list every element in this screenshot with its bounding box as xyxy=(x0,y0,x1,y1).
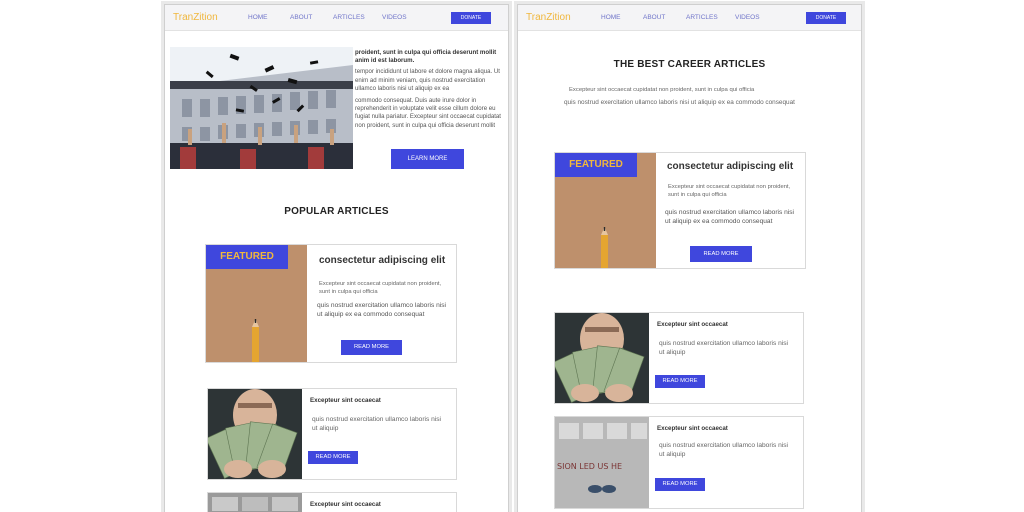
article-card-2[interactable]: SION LED US HE Excepteur sint occaecat q… xyxy=(554,416,804,509)
featured-small-text: Excepteur sint occaecat cupidatat non pr… xyxy=(319,281,442,295)
featured-tag: FEATURED xyxy=(555,153,637,177)
card-1-heading[interactable]: Excepteur sint occaecat xyxy=(657,321,728,328)
card-2-read-more-button[interactable]: READ MORE xyxy=(655,478,705,491)
career-articles-title: THE BEST CAREER ARTICLES xyxy=(613,59,766,70)
nav-articles-link[interactable]: ARTICLES xyxy=(686,14,718,21)
led-sign-text: SION LED US HE xyxy=(557,462,622,471)
graduation-image xyxy=(170,47,353,169)
card-2-text: quis nostrud exercitation ullamco labori… xyxy=(659,442,789,458)
card-2-image xyxy=(208,493,302,512)
featured-small-text: Excepteur sint occaecat cupidatat non pr… xyxy=(668,184,791,198)
featured-text: quis nostrud exercitation ullamco labori… xyxy=(317,302,447,318)
brand-logo[interactable]: TranZition xyxy=(526,12,571,23)
learn-more-button[interactable]: LEARN MORE xyxy=(391,149,464,169)
featured-read-more-button[interactable]: READ MORE xyxy=(690,246,752,262)
nav-home-link[interactable]: HOME xyxy=(601,14,621,21)
featured-heading[interactable]: consectetur adipiscing elit xyxy=(319,255,445,266)
article-card-1[interactable]: Excepteur sint occaecat quis nostrud exe… xyxy=(554,312,804,404)
card-1-text: quis nostrud exercitation ullamco labori… xyxy=(312,416,442,432)
featured-article-card[interactable]: FEATURED consectetur adipiscing elit Exc… xyxy=(205,244,457,363)
career-intro-small: Excepteur sint occaecat cupidatat non pr… xyxy=(569,87,755,93)
nav-home-link[interactable]: HOME xyxy=(248,14,268,21)
featured-tag: FEATURED xyxy=(206,245,288,269)
nav-about-link[interactable]: ABOUT xyxy=(290,14,312,21)
mockup-stage: TranZition HOME ABOUT ARTICLES VIDEOS DO… xyxy=(0,0,1024,512)
hero-bold-text: proident, sunt in culpa qui officia dese… xyxy=(355,49,497,65)
top-nav: TranZition HOME ABOUT ARTICLES VIDEOS DO… xyxy=(518,5,861,31)
donate-button[interactable]: DONATE xyxy=(806,12,846,24)
card-1-read-more-button[interactable]: READ MORE xyxy=(308,451,358,464)
hero-paragraph-1: tempor incididunt ut labore et dolore ma… xyxy=(355,68,500,92)
card-1-heading[interactable]: Excepteur sint occaecat xyxy=(310,397,381,404)
featured-text: quis nostrud exercitation ullamco labori… xyxy=(665,209,795,225)
right-page-screen: TranZition HOME ABOUT ARTICLES VIDEOS DO… xyxy=(517,4,862,512)
money-face-image xyxy=(555,313,649,403)
article-card-2[interactable]: Excepteur sint occaecat xyxy=(207,492,457,512)
featured-article-card[interactable]: FEATURED consectetur adipiscing elit Exc… xyxy=(554,152,806,269)
nav-about-link[interactable]: ABOUT xyxy=(643,14,665,21)
money-face-image xyxy=(208,389,302,479)
nav-videos-link[interactable]: VIDEOS xyxy=(735,14,760,21)
hero-text-block: proident, sunt in culpa qui officia dese… xyxy=(355,49,503,134)
featured-heading[interactable]: consectetur adipiscing elit xyxy=(667,161,793,172)
donate-button[interactable]: DONATE xyxy=(451,12,491,24)
popular-articles-title: POPULAR ARTICLES xyxy=(284,206,389,217)
card-1-text: quis nostrud exercitation ullamco labori… xyxy=(659,340,789,356)
card-1-read-more-button[interactable]: READ MORE xyxy=(655,375,705,388)
nav-articles-link[interactable]: ARTICLES xyxy=(333,14,365,21)
hero-paragraph-2: commodo consequat. Duis aute irure dolor… xyxy=(355,97,501,129)
card-2-heading[interactable]: Excepteur sint occaecat xyxy=(310,501,381,508)
left-page-screen: TranZition HOME ABOUT ARTICLES VIDEOS DO… xyxy=(164,4,509,512)
article-card-1[interactable]: Excepteur sint occaecat quis nostrud exe… xyxy=(207,388,457,480)
featured-read-more-button[interactable]: READ MORE xyxy=(341,340,402,355)
led-sign-image: SION LED US HE xyxy=(555,417,649,508)
brand-logo[interactable]: TranZition xyxy=(173,12,218,23)
career-intro-text: quis nostrud exercitation ullamco labori… xyxy=(564,99,795,106)
top-nav: TranZition HOME ABOUT ARTICLES VIDEOS DO… xyxy=(165,5,508,31)
card-2-heading[interactable]: Excepteur sint occaecat xyxy=(657,425,728,432)
nav-videos-link[interactable]: VIDEOS xyxy=(382,14,407,21)
